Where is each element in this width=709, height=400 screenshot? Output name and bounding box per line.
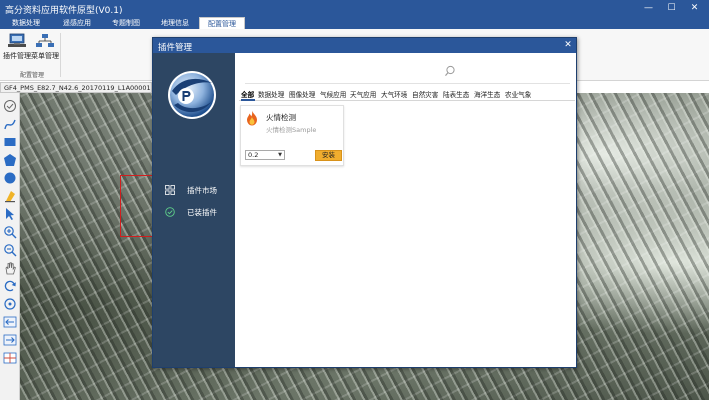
tab-remote-sensing[interactable]: 遥感应用 — [55, 17, 99, 29]
menu-bar: 数据处理 遥感应用 专题制图 地理信息 配置管理 — [0, 17, 709, 29]
category-agro-meteorology[interactable]: 农业气象 — [505, 89, 531, 99]
plugin-manager-dialog: 插件管理 ✕ 插件市场 已装插件 全部 数据处理 图像处理 气候应用 天气应用 … — [152, 37, 577, 368]
category-image-processing[interactable]: 图像处理 — [289, 89, 315, 99]
zoom-out-icon[interactable] — [3, 243, 17, 257]
minimize-button[interactable]: — — [640, 1, 657, 16]
plugin-card[interactable]: 火情检测 火情检测Sample 0.2 ▼ 安装 — [240, 105, 344, 166]
rectangle-draw-icon[interactable] — [3, 135, 17, 149]
arrow-right-icon[interactable] — [3, 333, 17, 347]
active-category-indicator — [241, 99, 255, 101]
dialog-title: 插件管理 — [158, 43, 193, 53]
curve-draw-icon[interactable] — [3, 117, 17, 131]
plugin-manage-icon — [8, 33, 26, 47]
maximize-button[interactable]: ☐ — [663, 1, 680, 16]
plugin-name: 火情检测 — [266, 113, 296, 122]
left-toolbar — [0, 93, 20, 400]
app-logo-icon — [168, 71, 216, 119]
polygon-draw-icon[interactable] — [3, 153, 17, 167]
check-circle-icon[interactable] — [3, 99, 17, 113]
ellipse-draw-icon[interactable] — [3, 171, 17, 185]
arrow-left-icon[interactable] — [3, 315, 17, 329]
ribbon-group-label: 配置管理 — [19, 72, 44, 79]
dialog-titlebar: 插件管理 ✕ — [153, 38, 576, 53]
search-underline — [245, 83, 570, 84]
plugin-manage-label: 插件管理 — [3, 52, 31, 60]
document-tab[interactable]: GF4_PMS_E82.7_N42.6_20170119_L1A00001544… — [0, 82, 152, 93]
menu-manage-label: 菜单管理 — [31, 52, 59, 60]
sidebar-item-label: 已装插件 — [187, 208, 217, 217]
close-window-button[interactable]: ✕ — [686, 1, 703, 16]
check-circle-icon — [165, 207, 175, 217]
menu-manage-button[interactable]: 菜单管理 — [31, 33, 59, 67]
pan-hand-icon[interactable] — [3, 261, 17, 275]
version-select[interactable]: 0.2 ▼ — [245, 150, 285, 160]
zoom-in-icon[interactable] — [3, 225, 17, 239]
eraser-icon[interactable] — [3, 189, 17, 203]
dialog-sidebar: 插件市场 已装插件 — [153, 53, 235, 367]
category-climate[interactable]: 气候应用 — [320, 89, 346, 99]
search-row — [235, 53, 576, 89]
category-atmosphere[interactable]: 大气环境 — [381, 89, 407, 99]
search-input[interactable] — [245, 57, 570, 82]
pointer-icon[interactable] — [3, 207, 17, 221]
sidebar-item-plugin-market[interactable]: 插件市场 — [165, 184, 231, 198]
fire-icon — [247, 110, 257, 126]
dialog-close-button[interactable]: ✕ — [561, 39, 575, 52]
app-title: 高分资料应用软件原型(V0.1) — [5, 6, 123, 16]
chevron-down-icon: ▼ — [278, 152, 282, 158]
version-value: 0.2 — [248, 151, 259, 159]
sidebar-item-label: 插件市场 — [187, 186, 217, 195]
plugin-manage-button[interactable]: 插件管理 — [3, 33, 31, 67]
plugin-description: 火情检测Sample — [266, 126, 317, 134]
tab-data-processing[interactable]: 数据处理 — [6, 17, 46, 29]
full-extent-icon[interactable] — [3, 297, 17, 311]
tab-geo-info[interactable]: 地理信息 — [153, 17, 197, 29]
category-data-processing[interactable]: 数据处理 — [258, 89, 284, 99]
category-all[interactable]: 全部 — [241, 89, 254, 99]
search-icon[interactable] — [444, 65, 456, 77]
sidebar-item-installed-plugins[interactable]: 已装插件 — [165, 206, 231, 220]
grid-icon — [165, 185, 175, 195]
refresh-icon[interactable] — [3, 279, 17, 293]
tab-config-manage[interactable]: 配置管理 — [199, 17, 245, 29]
install-button[interactable]: 安装 — [315, 150, 342, 161]
grid-layout-icon[interactable] — [3, 351, 17, 365]
category-land-ecology[interactable]: 陆表生态 — [443, 89, 469, 99]
ribbon-separator — [60, 33, 61, 77]
tab-thematic-mapping[interactable]: 专题制图 — [104, 17, 148, 29]
menu-manage-icon — [36, 34, 54, 47]
category-bar: 全部 数据处理 图像处理 气候应用 天气应用 大气环境 自然灾害 陆表生态 海洋… — [239, 88, 575, 101]
app-titlebar: 高分资料应用软件原型(V0.1) — ☐ ✕ — [0, 0, 709, 17]
category-weather[interactable]: 天气应用 — [350, 89, 376, 99]
category-natural-disaster[interactable]: 自然灾害 — [412, 89, 438, 99]
category-ocean-ecology[interactable]: 海洋生态 — [474, 89, 500, 99]
